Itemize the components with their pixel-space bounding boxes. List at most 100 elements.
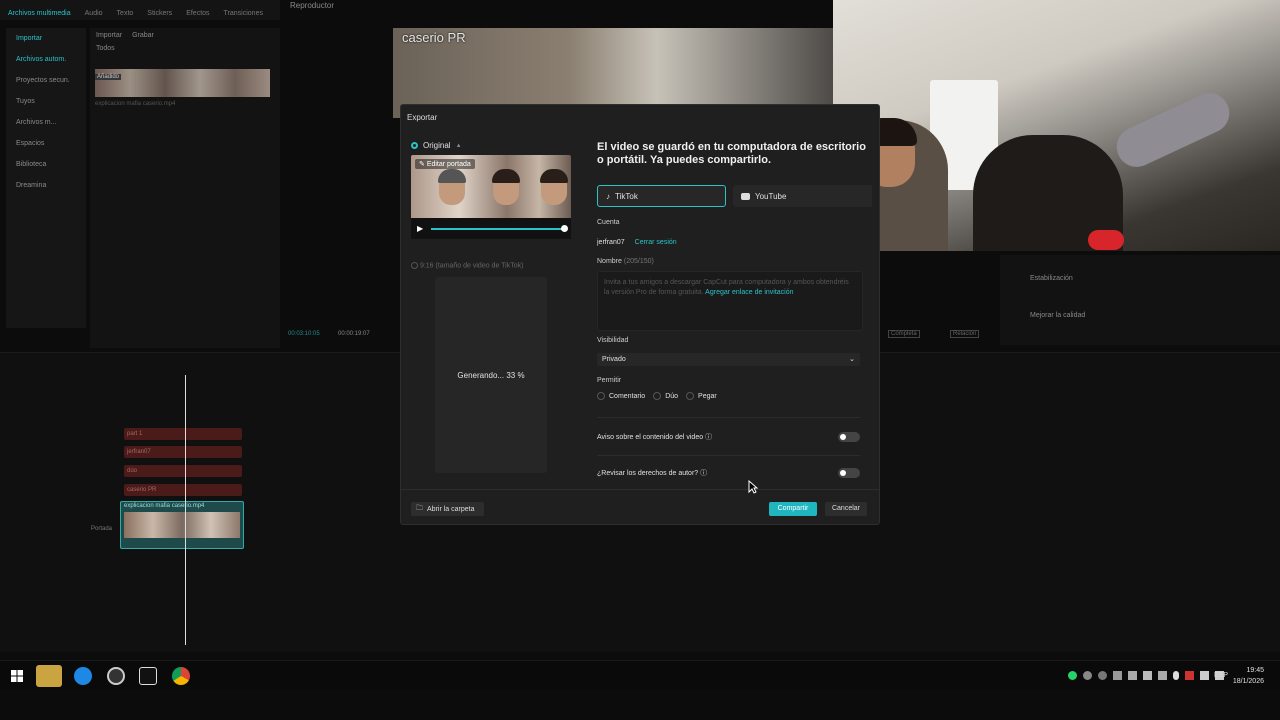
info-icon[interactable]: ⓘ	[700, 470, 707, 477]
content-notice-row: Aviso sobre el contenido del video ⓘ	[597, 432, 860, 442]
tiktok-size-option[interactable]: 9:16 (tamaño de video de TikTok)	[411, 262, 523, 269]
whatsapp-icon[interactable]	[1068, 671, 1077, 680]
nav-yours[interactable]: Tuyos	[6, 91, 86, 112]
slider-knob[interactable]	[561, 224, 568, 232]
cover-label[interactable]: Portada	[91, 526, 112, 532]
name-textarea[interactable]: Invita a tus amigos a descargar CapCut p…	[597, 271, 863, 331]
add-invite-link[interactable]: Agregar enlace de invitación	[705, 289, 793, 296]
complete-tag[interactable]: Completa	[888, 330, 920, 338]
cancel-button[interactable]: Cancelar	[825, 502, 867, 516]
taskbar: ESP 19:45 18/1/2026	[0, 660, 1280, 690]
open-folder-button[interactable]: 🗀 Abrir la carpeta	[411, 502, 484, 516]
tray-icon[interactable]	[1143, 671, 1152, 680]
chrome-icon[interactable]	[172, 667, 190, 685]
track-clip[interactable]: jerfran07	[124, 446, 242, 458]
duo-checkbox[interactable]: Dúo	[653, 392, 678, 400]
mouse-cursor-icon	[748, 480, 758, 494]
duo-label: Dúo	[665, 392, 679, 400]
stabilization-label[interactable]: Estabilización	[1030, 275, 1073, 282]
toggle-knob	[840, 470, 846, 476]
player-label: Reproductor	[290, 1, 335, 10]
nav-spaces[interactable]: Espacios	[6, 133, 86, 154]
windows-start-icon[interactable]	[8, 667, 26, 685]
tiktok-tab[interactable]: ♪ TikTok	[597, 185, 726, 207]
edit-cover-button[interactable]: ✎ Editar portada	[415, 159, 475, 169]
nav-dreamina[interactable]: Dreamina	[6, 175, 86, 196]
account-row: jerfran07 Cerrar sesión	[597, 239, 677, 246]
divider	[597, 417, 860, 418]
copyright-toggle[interactable]	[838, 468, 860, 478]
generating-status: Generando... 33 %	[457, 370, 525, 380]
cover-playback-bar: ▶	[411, 218, 571, 239]
media-filter[interactable]: Todos	[90, 43, 280, 54]
microphone-icon[interactable]	[1173, 671, 1179, 680]
tiktok-size-label: 9:16 (tamaño de video de TikTok)	[419, 262, 524, 270]
nav-import[interactable]: Importar	[6, 28, 86, 49]
youtube-icon	[741, 192, 750, 200]
nav-media-files[interactable]: Archivos m...	[6, 112, 86, 133]
tab-media[interactable]: Archivos multimedia	[8, 10, 71, 17]
playhead[interactable]	[185, 375, 186, 645]
checkbox-icon	[597, 392, 605, 400]
play-icon[interactable]: ▶	[417, 224, 423, 233]
capcut-icon[interactable]	[139, 667, 157, 685]
tab-stickers[interactable]: Stickers	[147, 10, 172, 17]
tab-audio[interactable]: Audio	[85, 10, 103, 17]
name-label: Nombre (205/150)	[597, 258, 654, 265]
nav-auto-files[interactable]: Archivos autom.	[6, 49, 86, 70]
visibility-value: Privado	[602, 356, 626, 363]
tab-effects[interactable]: Efectos	[186, 10, 209, 17]
radio-selected-icon[interactable]	[411, 142, 418, 149]
ratio-tag[interactable]: Relación	[950, 330, 980, 338]
tray-icon[interactable]	[1128, 671, 1137, 680]
obs-icon[interactable]	[107, 667, 125, 685]
clock[interactable]: 19:45 18/1/2026	[1233, 665, 1264, 687]
track-clip[interactable]: dúo	[124, 465, 242, 477]
share-button[interactable]: Compartir	[769, 502, 817, 516]
chevron-up-icon: ▲	[455, 142, 462, 149]
logout-link[interactable]: Cerrar sesión	[635, 239, 677, 246]
hair-image	[492, 169, 520, 183]
tray-icon[interactable]	[1083, 671, 1092, 680]
browser-icon[interactable]	[74, 667, 92, 685]
usb-icon[interactable]	[1158, 671, 1167, 680]
original-option[interactable]: Original ▲	[411, 141, 462, 150]
clock-time: 19:45	[1246, 667, 1264, 674]
language-indicator[interactable]: ESP	[1214, 672, 1228, 679]
dialog-footer-divider	[401, 489, 879, 490]
pencil-icon: ✎	[419, 161, 427, 168]
import-button[interactable]: Importar	[96, 32, 122, 39]
tray-icon[interactable]	[1098, 671, 1107, 680]
file-explorer-icon[interactable]	[36, 665, 62, 687]
radio-unselected-icon[interactable]	[411, 262, 418, 269]
track-clip[interactable]: part 1	[124, 428, 242, 440]
content-notice-toggle[interactable]	[838, 432, 860, 442]
nav-projects[interactable]: Proyectos secun.	[6, 70, 86, 91]
nav-library[interactable]: Biblioteca	[6, 154, 86, 175]
tab-transitions[interactable]: Transiciones	[224, 10, 263, 17]
youtube-tab[interactable]: YouTube	[733, 185, 872, 207]
youtube-label: YouTube	[755, 191, 787, 201]
hair-image	[540, 169, 568, 183]
enhance-quality-label[interactable]: Mejorar la calidad	[1030, 312, 1085, 319]
playback-slider[interactable]	[431, 224, 568, 232]
dialog-title: Exportar	[407, 113, 438, 122]
video-clip-frames	[124, 512, 240, 538]
media-thumbnail[interactable]: Añadido	[95, 69, 270, 97]
divider	[597, 455, 860, 456]
steam-icon[interactable]	[1113, 671, 1122, 680]
webcam-overlay	[833, 0, 1280, 251]
track-clip[interactable]: caserio PR	[124, 484, 242, 496]
record-button[interactable]: Grabar	[132, 32, 154, 39]
paste-checkbox[interactable]: Pegar	[686, 392, 717, 400]
recording-icon[interactable]	[1185, 671, 1194, 680]
generating-box: Generando... 33 %	[435, 277, 547, 473]
copyright-label: ¿Revisar los derechos de autor?	[597, 470, 699, 477]
toggle-knob	[840, 434, 846, 440]
visibility-select[interactable]: Privado ⌄	[597, 353, 860, 366]
tab-text[interactable]: Texto	[117, 10, 134, 17]
video-clip[interactable]: explicacion mafia caserio.mp4	[120, 501, 244, 549]
info-icon[interactable]: ⓘ	[705, 434, 712, 441]
network-icon[interactable]	[1200, 671, 1209, 680]
comment-checkbox[interactable]: Comentario	[597, 392, 645, 400]
